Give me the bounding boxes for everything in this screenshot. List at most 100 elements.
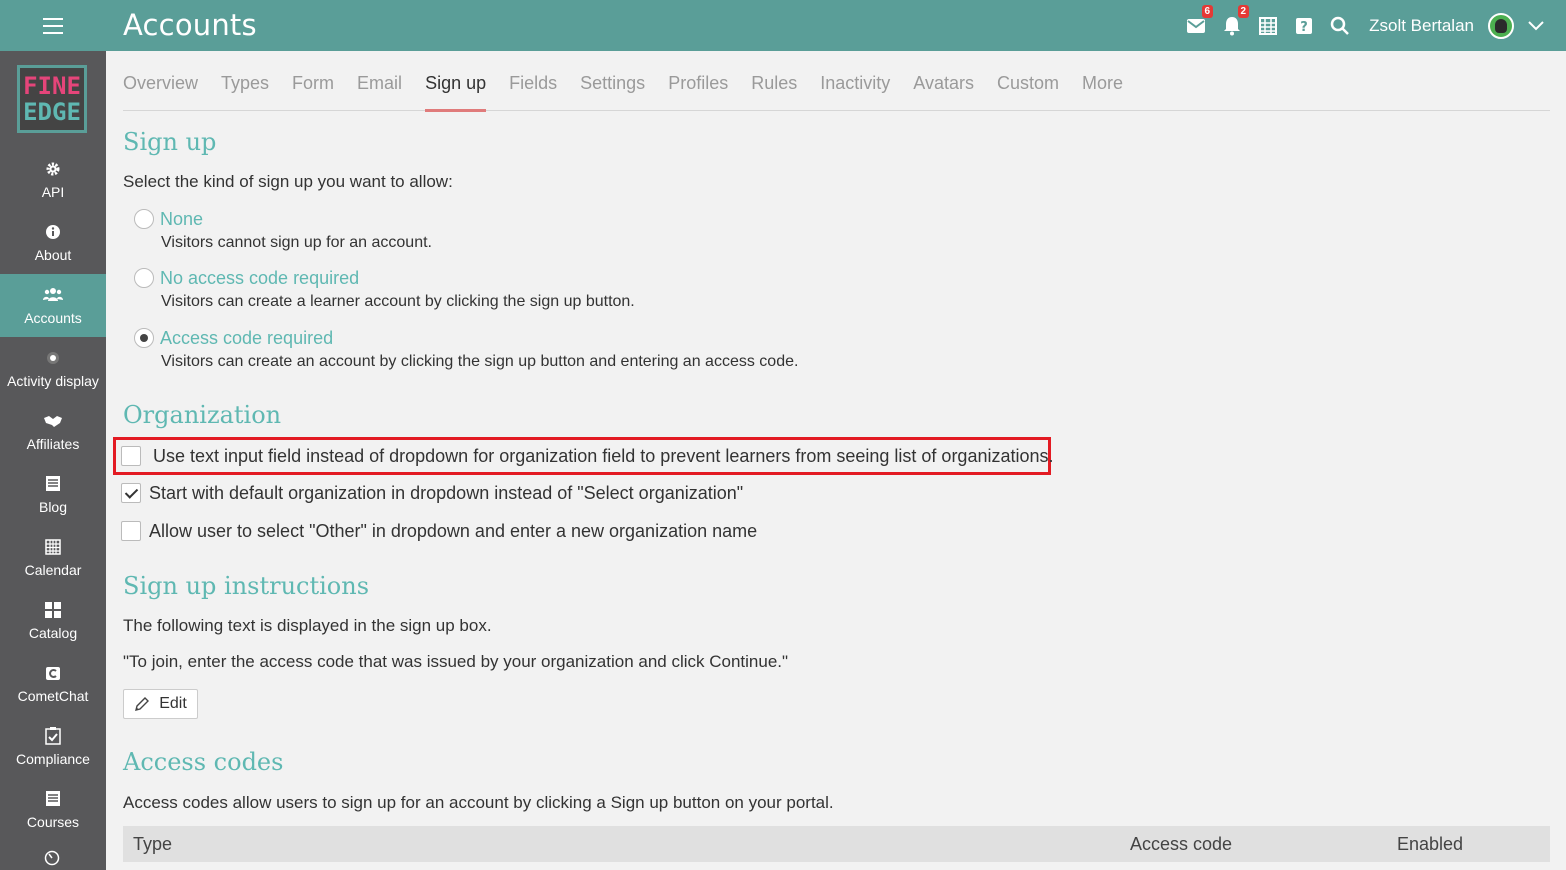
avatar[interactable] [1488,12,1514,39]
user-name[interactable]: Zsolt Bertalan [1369,16,1474,36]
notification-badge: 2 [1237,4,1250,18]
courses-icon [45,790,61,808]
help-button[interactable]: ? [1293,15,1315,37]
tab-profiles[interactable]: Profiles [668,71,728,111]
sidebar-item-api[interactable]: API [0,148,106,211]
envelope-icon [1187,18,1206,33]
edit-button[interactable]: Edit [123,689,198,719]
option-label-access-code-required[interactable]: Access code required [160,328,333,349]
sidebar-item-label: Blog [38,498,68,515]
organization-heading: Organization [123,401,282,429]
tab-rules[interactable]: Rules [751,71,797,111]
checkbox-label-text-input-org[interactable]: Use text input field instead of dropdown… [153,446,1054,467]
search-button[interactable] [1329,15,1351,37]
sidebar-item-label: Catalog [28,624,78,641]
sidebar-item-label: Affiliates [26,435,80,452]
sidebar-item-catalog[interactable]: Catalog [0,589,106,652]
option-label-no-access-code[interactable]: No access code required [160,268,359,289]
sidebar-item-label: Compliance [16,750,90,767]
sidebar-item-blog[interactable]: Blog [0,463,106,526]
tab-more[interactable]: More [1082,71,1123,111]
sidebar-item-label: Activity display [7,372,99,389]
sidebar-item-label: Accounts [24,309,82,326]
sidebar-item-compliance[interactable]: Compliance [0,715,106,778]
sidebar-item-about[interactable]: About [0,211,106,274]
sidebar-item-accounts[interactable]: Accounts [0,274,106,337]
sidebar-item-activity-display[interactable]: Activity display [0,337,106,400]
tab-overview[interactable]: Overview [123,71,198,111]
sidebar-item-label: Courses [26,813,80,830]
calendar-icon [45,538,61,556]
chat-icon [45,664,61,682]
sidebar-item-calendar[interactable]: Calendar [0,526,106,589]
mail-button[interactable]: 6 [1185,4,1214,37]
grid-icon [45,601,61,619]
handshake-icon [43,412,63,430]
hamburger-icon [43,17,63,34]
tab-settings[interactable]: Settings [580,71,645,111]
checkbox-text-input-org[interactable] [121,446,141,466]
menu-toggle-button[interactable] [0,0,106,51]
radio-access-code-required[interactable] [134,328,154,348]
search-icon [1330,16,1349,35]
radio-none[interactable] [134,209,154,229]
instructions-heading: Sign up instructions [123,572,370,600]
calendar-button[interactable] [1257,15,1279,37]
column-header-access-code[interactable]: Access code [1130,834,1232,855]
logo[interactable]: FINE EDGE [17,65,87,133]
option-label-none[interactable]: None [160,209,203,230]
tab-custom[interactable]: Custom [997,71,1059,111]
option-desc-no-access-code: Visitors can create a learner account by… [161,293,635,310]
column-header-type[interactable]: Type [133,834,172,855]
tab-inactivity[interactable]: Inactivity [820,71,890,111]
checkbox-allow-other[interactable] [121,521,141,541]
dot-icon [46,349,60,367]
notifications-button[interactable]: 2 [1221,4,1250,37]
tab-avatars[interactable]: Avatars [913,71,974,111]
help-icon: ? [1296,17,1313,35]
calendar-icon [1259,16,1278,35]
tab-sign-up[interactable]: Sign up [425,71,487,112]
edit-button-label: Edit [159,695,187,712]
option-desc-none: Visitors cannot sign up for an account. [161,234,432,251]
users-icon [43,286,63,304]
sidebar-item-courses[interactable]: Courses [0,778,106,841]
access-codes-heading: Access codes [123,748,284,776]
svg-text:?: ? [1300,20,1308,35]
checkbox-label-allow-other[interactable]: Allow user to select "Other" in dropdown… [149,521,757,542]
blog-icon [45,475,61,493]
access-codes-intro: Access codes allow users to sign up for … [123,793,834,812]
sidebar-item-cometchat[interactable]: CometChat [0,652,106,715]
sidebar-item-label: CometChat [17,687,89,704]
sidebar: FINE EDGE API About Accounts Activity di… [0,51,106,870]
sidebar-item-label: API [41,183,65,200]
chevron-down-icon[interactable] [1528,20,1544,31]
info-icon [45,223,61,241]
tab-bar: Overview Types Form Email Sign up Fields… [123,71,1550,112]
option-desc-access-code-required: Visitors can create an account by clicki… [161,353,799,370]
bell-icon [1224,16,1241,35]
column-header-enabled[interactable]: Enabled [1397,834,1463,855]
mail-badge: 6 [1201,4,1214,18]
top-bar: Accounts 6 2 ? Zsolt Bertalan [0,0,1566,51]
tab-types[interactable]: Types [221,71,269,111]
clipboard-check-icon [45,726,61,745]
checkbox-default-org[interactable] [121,483,141,503]
gear-icon [45,160,61,178]
tab-form[interactable]: Form [292,71,334,111]
tab-email[interactable]: Email [357,71,402,111]
instructions-intro: The following text is displayed in the s… [123,616,492,635]
sidebar-item-affiliates[interactable]: Affiliates [0,400,106,463]
pencil-icon [135,697,150,711]
page-title: Accounts [123,8,257,42]
sidebar-item-label: Calendar [24,561,82,578]
gauge-icon[interactable] [44,850,60,870]
access-codes-table-header: Type Access code Enabled [123,826,1550,862]
main-content: Overview Types Form Email Sign up Fields… [106,51,1566,870]
top-right-toolbar: 6 2 ? Zsolt Bertalan [1185,0,1544,51]
sidebar-item-label: About [34,246,72,263]
signup-intro: Select the kind of sign up you want to a… [123,172,453,191]
checkbox-label-default-org[interactable]: Start with default organization in dropd… [149,483,743,504]
tab-fields[interactable]: Fields [509,71,557,111]
radio-no-access-code[interactable] [134,268,154,288]
